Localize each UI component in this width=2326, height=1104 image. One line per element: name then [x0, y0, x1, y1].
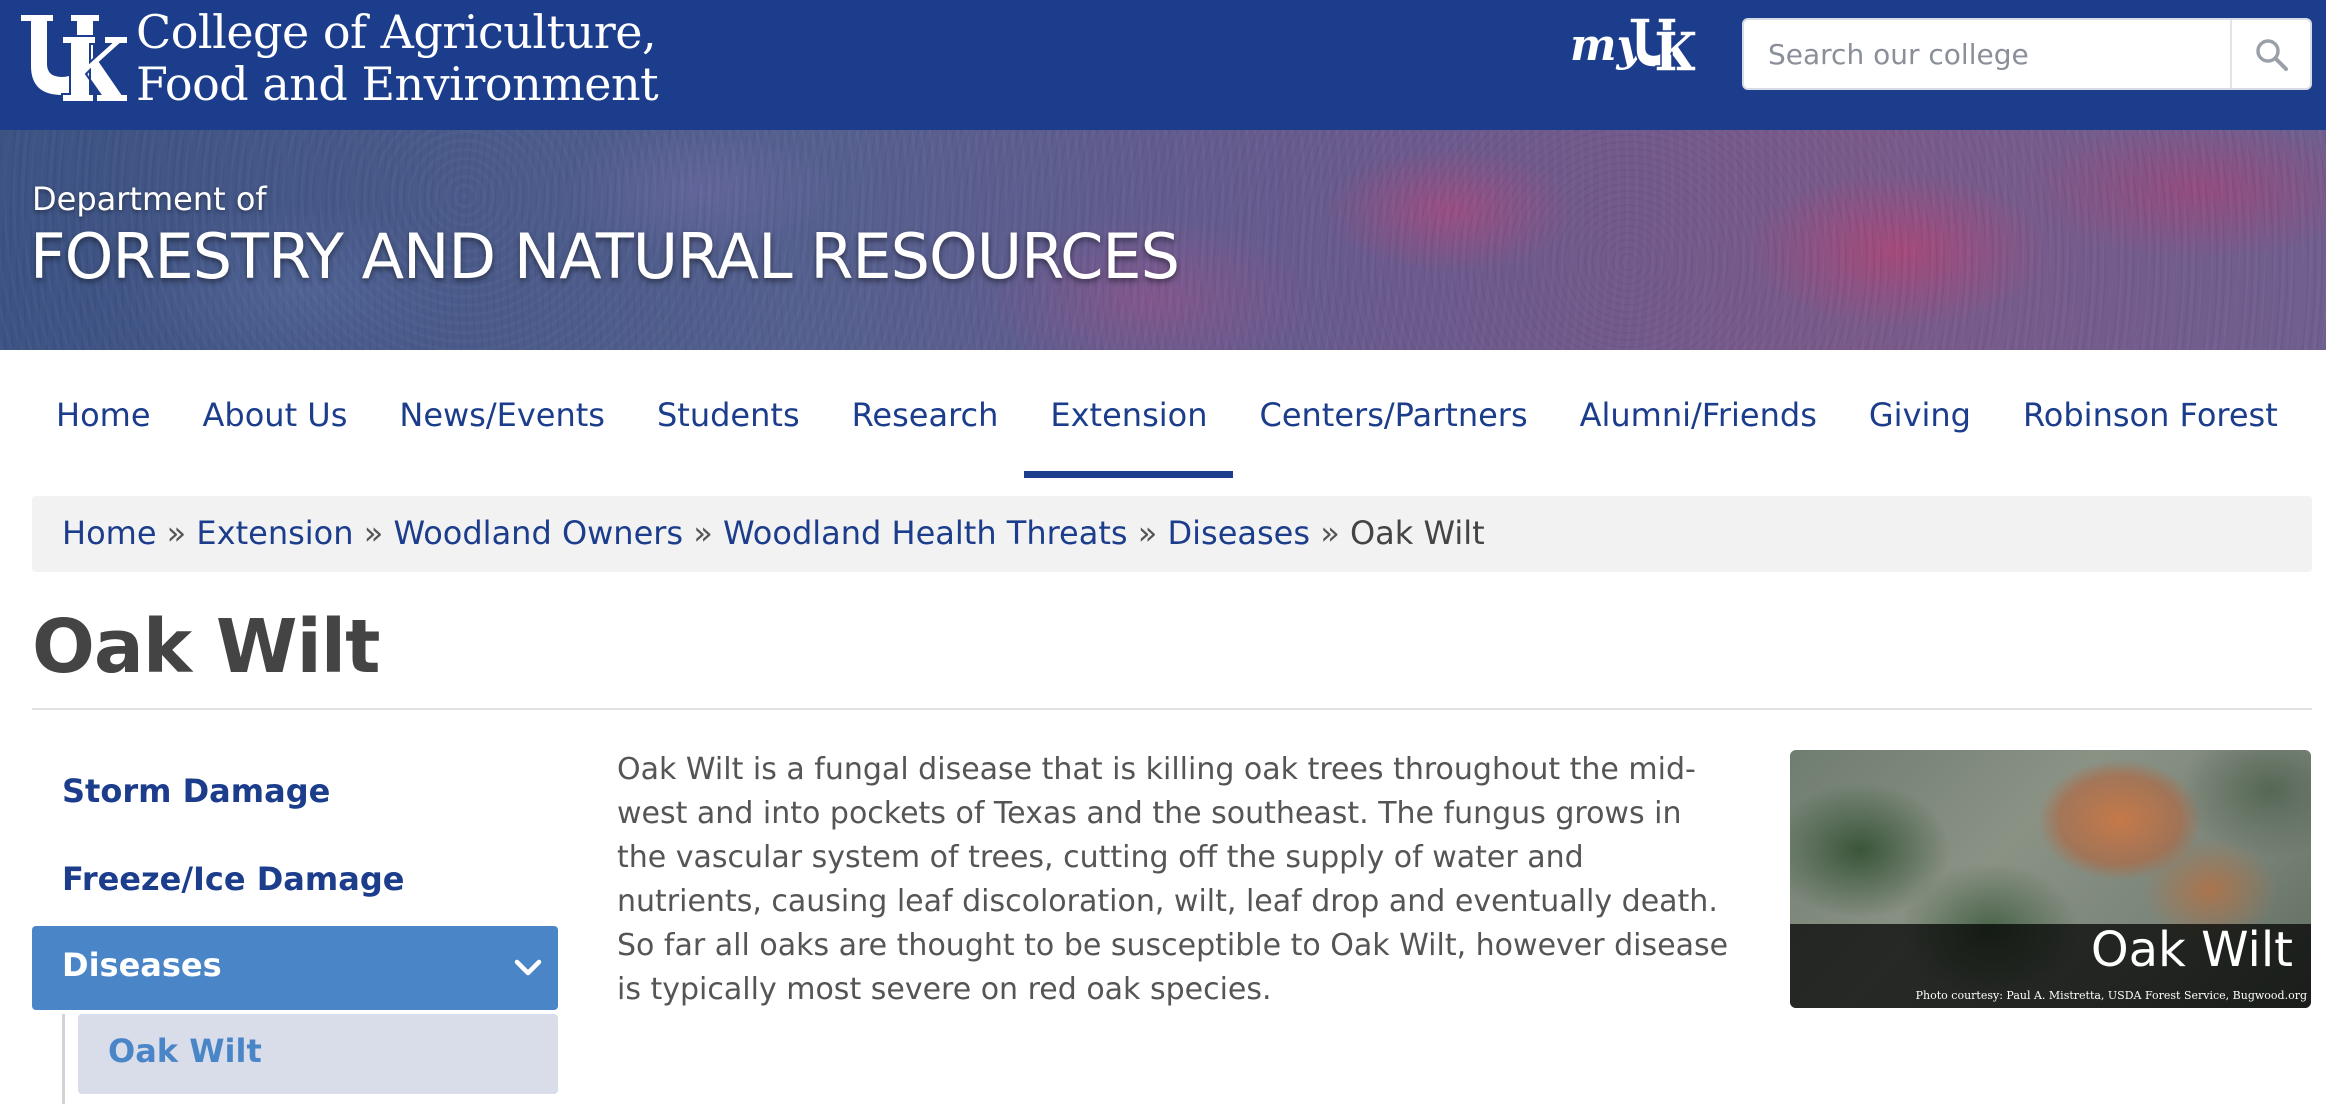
breadcrumb-separator: »	[1137, 514, 1158, 552]
oak-wilt-image: Oak Wilt Photo courtesy: Paul A. Mistret…	[1790, 750, 2311, 1008]
myuk-link[interactable]: my	[1570, 14, 1700, 78]
submenu-indent-line	[62, 1014, 65, 1104]
main-nav: Home About Us News/Events Students Resea…	[30, 386, 2304, 478]
nav-item-about-us[interactable]: About Us	[177, 386, 374, 478]
uk-logo-icon[interactable]	[18, 12, 130, 104]
chevron-down-icon[interactable]	[512, 952, 544, 984]
breadcrumb-separator: »	[363, 514, 384, 552]
college-name-line2: Food and Environment	[136, 57, 659, 111]
nav-item-giving[interactable]: Giving	[1843, 386, 1997, 478]
title-divider	[32, 708, 2312, 710]
search-input[interactable]	[1744, 20, 2232, 88]
breadcrumb-link-diseases[interactable]: Diseases	[1167, 514, 1310, 552]
nav-item-centers-partners[interactable]: Centers/Partners	[1233, 386, 1553, 478]
nav-item-students[interactable]: Students	[631, 386, 826, 478]
nav-item-robinson-forest[interactable]: Robinson Forest	[1997, 386, 2304, 478]
sidebar-item-diseases[interactable]: Diseases	[32, 926, 558, 1010]
breadcrumb-link-woodland-owners[interactable]: Woodland Owners	[393, 514, 683, 552]
breadcrumb-separator: »	[166, 514, 187, 552]
content-paragraph: Oak Wilt is a fungal disease that is kil…	[617, 752, 1729, 1007]
nav-item-home[interactable]: Home	[30, 386, 177, 478]
uk-mark-icon	[1629, 17, 1697, 72]
sidebar-item-storm-damage[interactable]: Storm Damage	[32, 748, 558, 836]
nav-item-alumni-friends[interactable]: Alumni/Friends	[1554, 386, 1843, 478]
sidebar-nav: Storm Damage Freeze/Ice Damage Diseases …	[32, 748, 558, 1104]
search-button[interactable]	[2230, 20, 2310, 88]
breadcrumb-separator: »	[1320, 514, 1340, 552]
sidebar-item-label: Diseases	[62, 946, 222, 984]
nav-item-research[interactable]: Research	[826, 386, 1025, 478]
image-credit: Photo courtesy: Paul A. Mistretta, USDA …	[1915, 989, 2307, 1002]
department-banner: Department of FORESTRY AND NATURAL RESOU…	[0, 130, 2326, 350]
image-caption: Oak Wilt	[2090, 922, 2293, 978]
search-form	[1742, 18, 2312, 90]
nav-item-extension[interactable]: Extension	[1024, 386, 1234, 478]
breadcrumb-link-extension[interactable]: Extension	[196, 514, 353, 552]
breadcrumb-current: Oak Wilt	[1349, 514, 1485, 552]
sidebar-submenu: Oak Wilt	[32, 1014, 558, 1104]
breadcrumb-link-home[interactable]: Home	[62, 514, 157, 552]
department-name[interactable]: FORESTRY AND NATURAL RESOURCES	[30, 220, 1180, 293]
sidebar-subitem-oak-wilt[interactable]: Oak Wilt	[78, 1014, 558, 1094]
search-icon	[2256, 39, 2288, 71]
department-of-label: Department of	[32, 180, 267, 218]
college-name[interactable]: College of Agriculture, Food and Environ…	[136, 5, 659, 111]
nav-item-news-events[interactable]: News/Events	[373, 386, 631, 478]
breadcrumb-separator: »	[693, 514, 713, 552]
college-name-line1: College of Agriculture,	[136, 5, 657, 59]
site-header: College of Agriculture, Food and Environ…	[0, 0, 2326, 130]
page-title: Oak Wilt	[32, 604, 381, 690]
sidebar-item-freeze-ice-damage[interactable]: Freeze/Ice Damage	[32, 836, 558, 924]
breadcrumb: Home » Extension » Woodland Owners » Woo…	[32, 496, 2312, 572]
breadcrumb-link-woodland-health-threats[interactable]: Woodland Health Threats	[723, 514, 1128, 552]
